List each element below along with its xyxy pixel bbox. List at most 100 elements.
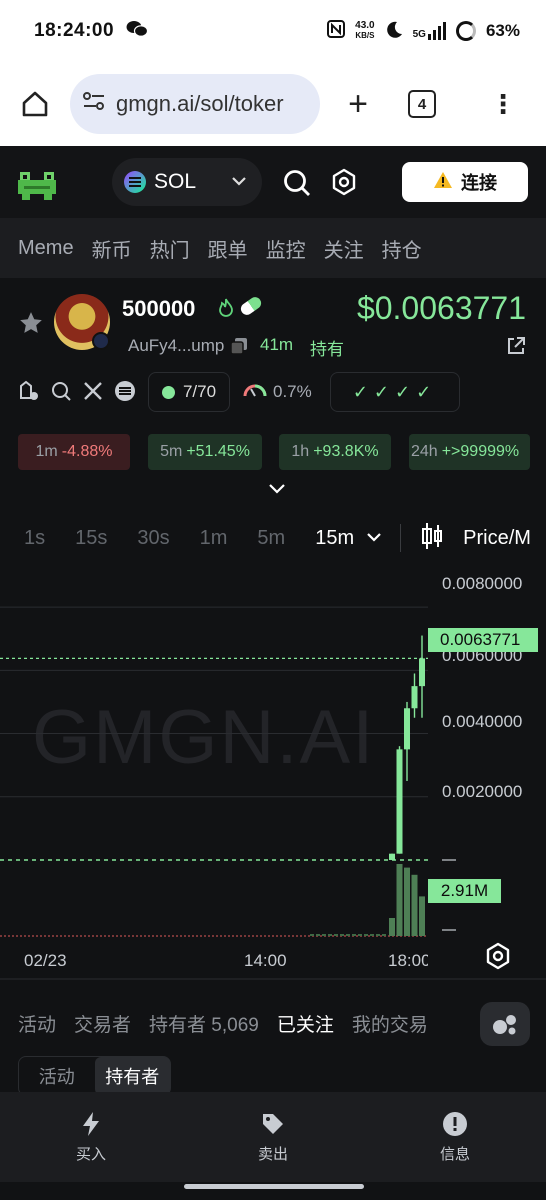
connect-button[interactable]: 连接: [402, 162, 528, 202]
wechat-icon: [126, 20, 149, 43]
bubblemap-button[interactable]: [480, 1002, 530, 1046]
audit-checks[interactable]: ✓✓✓✓: [330, 372, 460, 412]
browser-menu-icon[interactable]: ⋮: [490, 91, 516, 117]
segment-holders[interactable]: 持有者: [94, 1057, 170, 1095]
website-icon[interactable]: [114, 380, 136, 402]
tag-icon: [263, 1113, 283, 1134]
info-button[interactable]: 信息: [364, 1092, 546, 1182]
tab-new[interactable]: 新币: [92, 234, 132, 263]
token-price: $0.0063771: [356, 290, 526, 326]
nfc-icon: [327, 19, 346, 43]
candlestick-icon[interactable]: [421, 521, 443, 556]
change-1m[interactable]: 1m -4.88%: [18, 434, 130, 470]
tf-1s[interactable]: 1s: [24, 527, 45, 550]
y-tick-label: 0.0020000: [442, 782, 523, 801]
candle-body: [389, 853, 395, 860]
change-24h[interactable]: 24h +>99999%: [409, 434, 530, 470]
home-icon[interactable]: [0, 89, 70, 119]
dev-check-icon[interactable]: [18, 380, 40, 402]
sell-label: 卖出: [257, 1145, 288, 1163]
lightning-icon: [83, 1111, 99, 1136]
tab-activity[interactable]: 活动: [18, 1010, 56, 1037]
change-value: -4.88%: [61, 443, 113, 460]
star-icon[interactable]: [18, 310, 44, 341]
site-settings-icon[interactable]: [82, 91, 106, 117]
app-header: SOL 连接: [0, 146, 546, 218]
warning-icon: [433, 171, 453, 194]
tab-follow[interactable]: 关注: [324, 234, 364, 263]
change-value: +>99999%: [441, 443, 520, 460]
status-dot-icon: [161, 385, 175, 399]
volume-bar: [358, 934, 362, 936]
volume-bar: [310, 934, 314, 936]
divider: [400, 524, 402, 552]
net-speed-unit: KB/S: [355, 31, 375, 40]
search-token-icon[interactable]: [50, 380, 72, 402]
info-icon: [443, 1111, 467, 1136]
bottom-action-bar: 买入 卖出 信息: [0, 1092, 546, 1182]
sub-segment-control: 活动 持有者: [18, 1056, 171, 1096]
search-icon[interactable]: [282, 168, 312, 203]
candle-body: [396, 749, 403, 854]
change-5m[interactable]: 5m +51.45%: [148, 434, 262, 470]
y-tick-label: 0.0040000: [442, 712, 523, 731]
token-age: 41m: [260, 335, 294, 354]
candle-body: [411, 686, 418, 709]
battery-icon: [455, 21, 476, 41]
tab-holders[interactable]: 持有者 5,069: [149, 1010, 259, 1037]
tab-hot[interactable]: 热门: [150, 234, 190, 263]
timeframe-bar: 1s 15s 30s 1m 5m 15m Price/M: [0, 510, 546, 566]
info-label: 信息: [439, 1145, 470, 1163]
chain-selector[interactable]: SOL: [112, 158, 262, 206]
tf-30s[interactable]: 30s: [137, 527, 169, 550]
token-name: 500000: [122, 296, 196, 321]
expand-chevron-icon[interactable]: [268, 482, 286, 500]
share-icon[interactable]: [506, 336, 526, 361]
new-tab-button[interactable]: +: [320, 85, 396, 124]
buy-button[interactable]: 买入: [0, 1092, 182, 1182]
tf-1m[interactable]: 1m: [200, 527, 228, 550]
tab-copytrade[interactable]: 跟单: [208, 234, 248, 263]
category-tabs: Meme 新币 热门 跟单 监控 关注 持仓: [0, 218, 546, 278]
buy-label: 买入: [75, 1145, 106, 1163]
flame-icon: [218, 298, 234, 323]
price-mcap-toggle[interactable]: Price/M: [463, 527, 531, 550]
token-address[interactable]: AuFy4...ump: [128, 336, 224, 356]
tab-holdings[interactable]: 持仓: [382, 234, 422, 263]
tf-5m[interactable]: 5m: [257, 527, 285, 550]
volume-bar: [411, 874, 418, 936]
chevron-down-icon[interactable]: [366, 529, 382, 547]
tab-followed[interactable]: 已关注: [277, 1010, 334, 1037]
sell-button[interactable]: 卖出: [182, 1092, 364, 1182]
copy-icon[interactable]: [230, 338, 247, 359]
url-text: gmgn.ai/sol/toker: [116, 91, 284, 116]
browser-toolbar: gmgn.ai/sol/toker + 4 ⋮: [0, 62, 546, 146]
tab-my-trades[interactable]: 我的交易: [352, 1010, 428, 1037]
segment-activity[interactable]: 活动: [19, 1057, 95, 1095]
x-twitter-icon[interactable]: [82, 380, 104, 402]
tf-15s[interactable]: 15s: [75, 527, 107, 550]
price-chart[interactable]: GMGN.AI 0.0080000 0.0060000 0.0040000 0.…: [0, 566, 546, 980]
tab-meme[interactable]: Meme: [18, 237, 74, 260]
top-holder-pct: 0.7%: [273, 382, 312, 401]
settings-icon[interactable]: [330, 168, 358, 201]
chevron-down-icon: [232, 173, 246, 191]
network-type: 5G: [412, 29, 426, 40]
volume-bar: [376, 934, 380, 936]
candle-body: [404, 708, 410, 750]
gauge-icon: [242, 382, 268, 403]
change-1h[interactable]: 1h +93.8K%: [279, 434, 391, 470]
change-period: 1h: [291, 443, 310, 460]
snipers-badge[interactable]: 7/70: [148, 372, 230, 412]
tf-15m[interactable]: 15m: [315, 527, 354, 550]
volume-bar: [370, 934, 374, 936]
change-value: +51.45%: [186, 443, 250, 460]
address-bar[interactable]: gmgn.ai/sol/toker: [70, 74, 320, 134]
tab-traders[interactable]: 交易者: [74, 1010, 131, 1037]
net-speed: 43.0 KB/S: [355, 21, 374, 41]
tab-monitor[interactable]: 监控: [266, 234, 306, 263]
tab-switcher-button[interactable]: 4: [408, 90, 436, 118]
gmgn-logo-icon[interactable]: [18, 164, 56, 200]
current-price-tag: 0.0063771: [428, 628, 538, 652]
holding-label[interactable]: 持有: [310, 335, 344, 360]
